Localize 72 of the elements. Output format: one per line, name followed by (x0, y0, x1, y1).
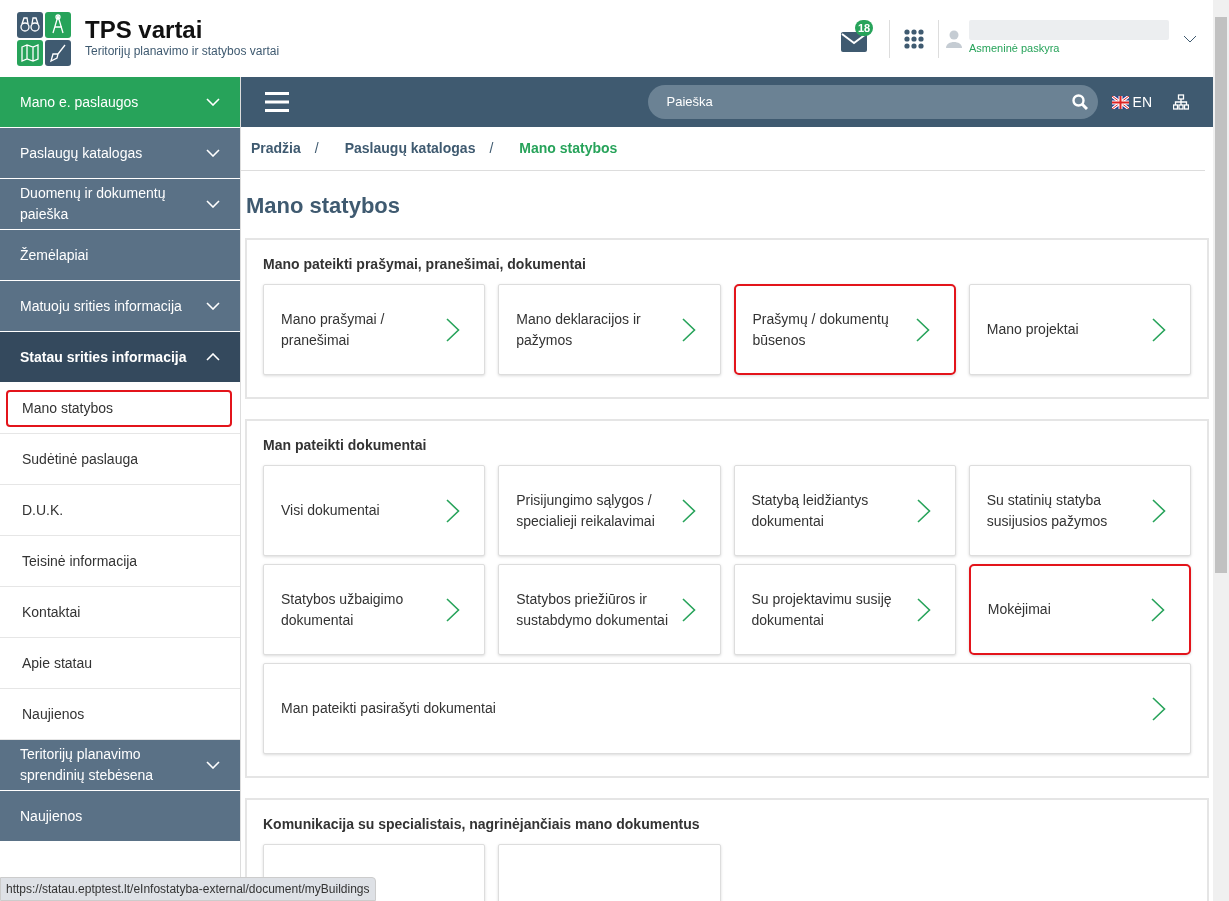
sidebar-item[interactable]: Naujienos (0, 791, 240, 842)
service-tile[interactable]: Prašymų / dokumentų būsenos (733, 284, 956, 375)
chevron-right-icon (916, 597, 931, 622)
chevron-right-icon (1152, 317, 1166, 342)
service-tile[interactable]: Su statinių statyba susijusios pažymos (968, 465, 1191, 556)
breadcrumb-link[interactable]: Pradžia (251, 138, 301, 159)
search-icon[interactable] (1071, 94, 1088, 110)
chevron-down-icon (206, 149, 220, 157)
mail-icon[interactable] (841, 31, 867, 52)
site-subtitle: Teritorijų planavimo ir statybos vartai (85, 42, 280, 60)
breadcrumb-separator: / (314, 139, 319, 158)
sidebar-item[interactable]: Statau srities informacija (0, 332, 240, 383)
service-tile[interactable]: Mano projektai (968, 284, 1191, 375)
sidebar-link[interactable]: Naujienos (6, 695, 232, 733)
scrollbar[interactable] (1213, 0, 1229, 901)
service-tile[interactable]: Statybos priežiūros ir sustabdymo dokumentai (498, 564, 721, 655)
status-url: https://statau.eptptest.lt/eInfostatyba-external/document/myBuildings (0, 877, 376, 901)
sidebar-item[interactable]: Duomenų ir dokumentų paieška (0, 179, 240, 230)
section-title: Man pateikti dokumentai (263, 436, 428, 455)
service-tile[interactable]: Statybos užbaigimo dokumentai (263, 564, 486, 655)
page-title: Mano statybos (246, 192, 402, 220)
service-tile[interactable]: Visi dokumentai (263, 465, 486, 556)
sidebar-link[interactable]: D.U.K. (6, 491, 232, 529)
chevron-down-icon (206, 302, 220, 310)
chevron-right-icon (446, 597, 461, 622)
language-link[interactable]: EN (1132, 91, 1152, 113)
service-tile[interactable]: Mano prašymai / pranešimai (263, 284, 486, 375)
sitemap-icon[interactable] (1173, 94, 1189, 110)
service-tile[interactable]: Mokėjimai (968, 564, 1191, 655)
scrollbar-thumb[interactable] (1215, 17, 1227, 573)
search-field[interactable]: Paieška (647, 85, 1098, 119)
sidebar-item[interactable]: Žemėlapiai (0, 230, 240, 281)
service-tile[interactable]: Su projektavimu susiję dokumentai (733, 564, 956, 655)
chevron-right-icon (446, 317, 461, 342)
chevron-right-icon (1151, 597, 1165, 622)
mail-count: 18 (855, 19, 874, 36)
search-input[interactable]: Paieška (664, 91, 1072, 113)
section-title: Komunikacija su specialistais, nagrinėjančiais mano dokumentus (263, 815, 701, 834)
logo-icon (17, 11, 71, 66)
chevron-down-icon (206, 200, 220, 208)
sidebar-link[interactable]: Kontaktai (6, 593, 232, 631)
breadcrumb-link[interactable]: Paslaugų katalogas (344, 138, 476, 159)
apps-grid-icon[interactable] (904, 28, 924, 49)
flag-icon (1111, 95, 1129, 109)
service-tile[interactable]: Prisijungimo sąlygos / specialieji reikalavimai (498, 465, 721, 556)
chevron-right-icon (681, 498, 696, 523)
chevron-down-icon[interactable] (1183, 34, 1197, 43)
sidebar-link[interactable]: Teisinė informacija (6, 542, 232, 580)
section-title: Mano pateikti prašymai, pranešimai, dokumentai (263, 255, 587, 274)
service-tile[interactable]: Mano deklaracijos ir pažymos (498, 284, 721, 375)
chevron-right-icon (1152, 696, 1166, 721)
chevron-right-icon (446, 498, 461, 523)
sidebar-link[interactable]: Apie statau (6, 644, 232, 682)
sidebar-item[interactable]: Paslaugų katalogas (0, 128, 240, 179)
sidebar-link[interactable]: Mano statybos (6, 389, 232, 427)
breadcrumb-separator: / (489, 139, 494, 158)
service-tile[interactable]: Man pateikti pasirašyti dokumentai (263, 663, 1191, 754)
menu-icon[interactable] (265, 91, 289, 113)
service-tile[interactable]: Statybą leidžiantys dokumentai (733, 465, 956, 556)
chevron-right-icon (681, 317, 696, 342)
chevron-right-icon (916, 498, 931, 523)
sidebar-link[interactable]: Sudėtinė paslauga (6, 440, 232, 478)
site-title: TPS vartai (85, 17, 204, 42)
user-icon (946, 29, 962, 48)
sidebar-item[interactable]: Matuoju srities informacija (0, 281, 240, 332)
chevron-right-icon (1152, 498, 1166, 523)
chevron-down-icon (206, 761, 220, 769)
chevron-down-icon (206, 98, 220, 106)
sidebar-item[interactable]: Teritorijų planavimo sprendinių stebėsena (0, 740, 240, 791)
chevron-right-icon (681, 597, 696, 622)
chevron-up-icon (206, 353, 220, 361)
chevron-right-icon (915, 317, 930, 342)
